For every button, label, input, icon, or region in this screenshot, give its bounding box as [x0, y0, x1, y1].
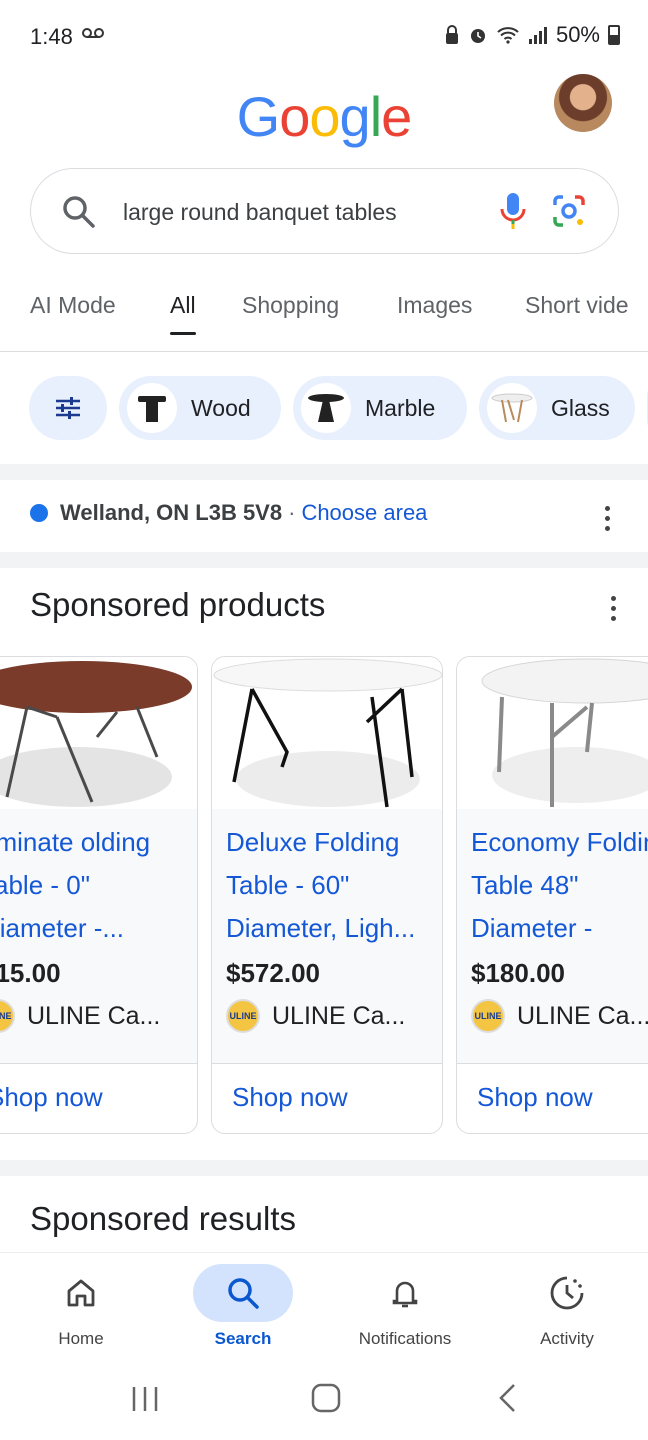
uline-logo: ULINE	[471, 999, 505, 1033]
seller-name: ULINE Ca...	[272, 1001, 406, 1030]
nav-label: Search	[214, 1329, 272, 1348]
battery-icon	[608, 25, 620, 45]
logo-letter: o	[279, 85, 310, 148]
bell-icon	[392, 1281, 418, 1308]
seller-name: ULINE Ca...	[27, 1001, 161, 1030]
product-price: 515.00	[0, 958, 61, 988]
marble-table-thumb	[301, 383, 351, 433]
tune-icon	[56, 397, 80, 419]
bottom-nav: Home Search Notifications Activity	[0, 1252, 648, 1370]
location-separator: ·	[288, 500, 296, 525]
product-card[interactable]: Deluxe Folding Table - 60" Diameter, Lig…	[211, 656, 443, 1134]
product-carousel: aminate olding Table - 0" Diameter -... …	[0, 656, 648, 1136]
product-card[interactable]: Economy Folding Table 48" Diameter - $18…	[456, 656, 648, 1134]
search-tabs: AI Mode All Shopping Images Short vide	[0, 280, 648, 352]
nav-activity[interactable]: Activity	[486, 1253, 648, 1349]
chip-wood[interactable]: Wood	[119, 376, 281, 440]
nav-search[interactable]: Search	[162, 1253, 324, 1349]
product-price: $180.00	[471, 958, 565, 988]
chip-marble[interactable]: Marble	[293, 376, 467, 440]
tab-short-videos[interactable]: Short vide	[525, 292, 629, 319]
wifi-icon	[497, 27, 519, 44]
battery-percent: 50%	[555, 22, 600, 47]
alarm-icon	[470, 29, 485, 43]
system-nav	[0, 1370, 648, 1440]
search-input[interactable]: large round banquet tables	[123, 199, 397, 226]
logo-letter: g	[339, 85, 371, 148]
activity-icon	[550, 1276, 584, 1310]
product-image	[212, 657, 442, 809]
section-divider	[0, 552, 648, 568]
sponsored-products-heading: Sponsored products	[30, 586, 326, 623]
status-bar: 1:48 50%	[0, 0, 648, 72]
uline-logo: ULINE	[226, 999, 260, 1033]
seller-name: ULINE Ca...	[517, 1001, 648, 1030]
product-image	[457, 657, 648, 809]
google-lens-icon[interactable]	[551, 193, 587, 229]
search-bar[interactable]: large round banquet tables	[30, 168, 619, 254]
location-row: Welland, ON L3B 5V8 · Choose area	[30, 500, 427, 526]
tab-images[interactable]: Images	[397, 292, 472, 319]
home-icon	[67, 1279, 95, 1307]
product-price: $572.00	[226, 958, 320, 988]
choose-area-link[interactable]: Choose area	[301, 500, 427, 526]
status-time: 1:48	[30, 24, 73, 49]
product-title[interactable]: Economy Folding Table 48" Diameter -	[471, 821, 648, 950]
search-icon	[228, 1278, 259, 1309]
product-title[interactable]: aminate olding Table - 0" Diameter -...	[0, 821, 183, 950]
tab-shopping[interactable]: Shopping	[242, 292, 339, 319]
section-divider	[0, 1160, 648, 1176]
shop-now-button[interactable]: Shop now	[0, 1064, 197, 1113]
product-image	[0, 657, 197, 809]
logo-letter: e	[381, 85, 412, 148]
chip-label: Glass	[551, 394, 610, 421]
uline-logo: ULINE	[0, 999, 15, 1033]
product-card[interactable]: aminate olding Table - 0" Diameter -... …	[0, 656, 198, 1134]
shop-now-button[interactable]: Shop now	[457, 1064, 648, 1113]
signal-icon	[528, 27, 547, 44]
shop-now-button[interactable]: Shop now	[212, 1064, 442, 1113]
chip-label: Wood	[191, 394, 251, 421]
product-title[interactable]: Deluxe Folding Table - 60" Diameter, Lig…	[226, 821, 428, 950]
logo-letter: G	[236, 85, 281, 148]
nav-notifications[interactable]: Notifications	[324, 1253, 486, 1349]
tab-all[interactable]: All	[170, 292, 196, 335]
filter-chips: Wood Marble Glass	[0, 376, 648, 442]
sponsored-results-heading: Sponsored results	[30, 1200, 296, 1237]
chip-label: Marble	[365, 394, 436, 421]
google-logo[interactable]: Google	[0, 84, 648, 149]
nav-label: Home	[58, 1329, 104, 1348]
nav-label: Notifications	[358, 1329, 452, 1348]
mic-icon[interactable]	[497, 191, 529, 231]
search-icon	[63, 196, 95, 228]
recent-apps-icon[interactable]	[130, 1384, 160, 1414]
location-text: Welland, ON L3B 5V8	[60, 500, 283, 525]
voicemail-icon	[82, 28, 104, 38]
logo-letter: l	[369, 85, 382, 148]
filter-settings-chip[interactable]	[29, 376, 107, 440]
glass-table-thumb	[487, 383, 537, 433]
location-more-icon[interactable]	[605, 506, 610, 531]
lock-icon	[445, 25, 458, 44]
back-icon[interactable]	[496, 1382, 520, 1414]
location-dot-icon	[30, 504, 48, 522]
sponsored-more-icon[interactable]	[611, 596, 616, 621]
nav-label: Activity	[540, 1329, 594, 1348]
nav-home[interactable]: Home	[0, 1253, 162, 1349]
logo-letter: o	[309, 85, 340, 148]
chip-glass[interactable]: Glass	[479, 376, 635, 440]
avatar[interactable]	[554, 74, 612, 132]
wood-table-thumb	[127, 383, 177, 433]
tab-ai-mode[interactable]: AI Mode	[30, 292, 116, 319]
home-button-icon[interactable]	[310, 1382, 342, 1414]
section-divider	[0, 464, 648, 480]
